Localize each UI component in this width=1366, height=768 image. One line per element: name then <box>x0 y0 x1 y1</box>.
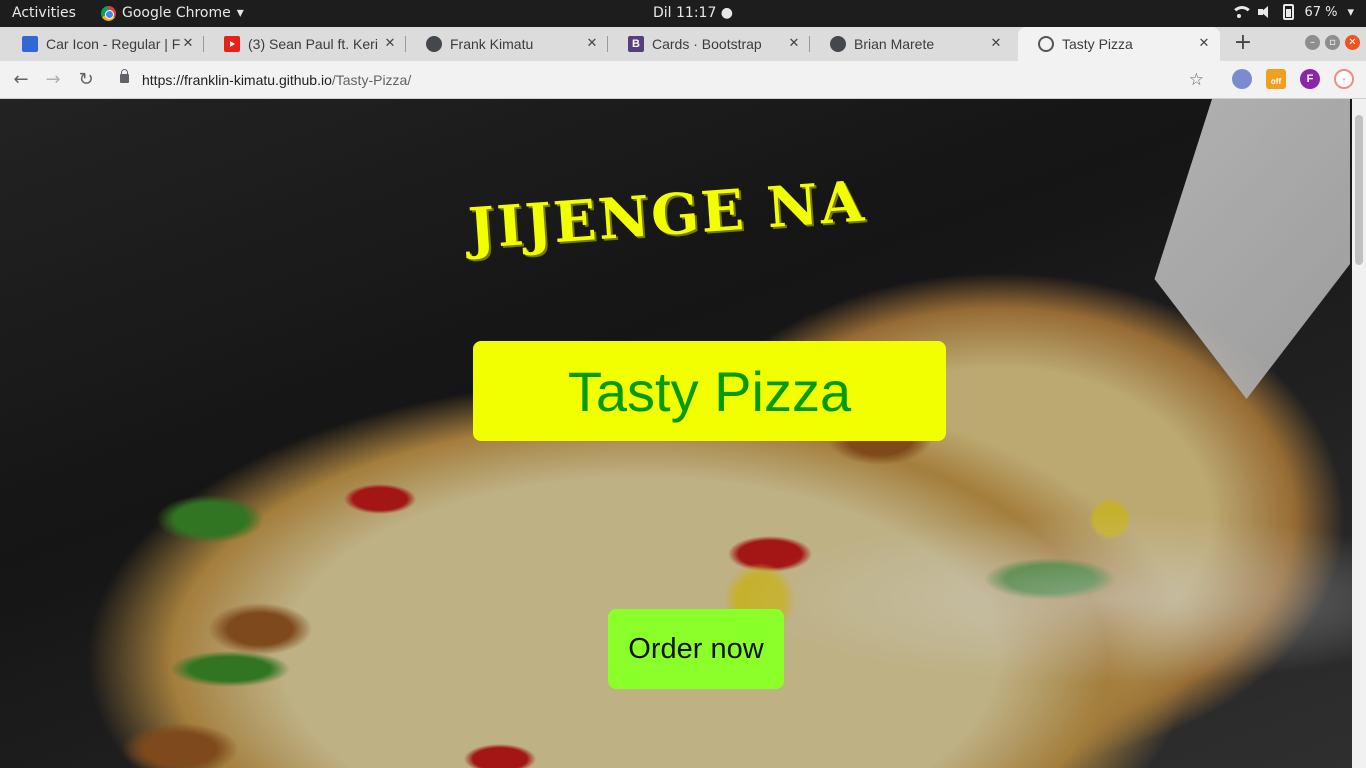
tab-tasty-pizza[interactable]: Tasty Pizza ✕ <box>1018 27 1220 61</box>
url-text[interactable]: https://franklin-kimatu.github.io/Tasty-… <box>142 65 411 95</box>
close-icon[interactable]: ✕ <box>382 35 398 51</box>
close-icon[interactable]: ✕ <box>1196 35 1212 51</box>
new-tab-button[interactable]: + <box>1232 31 1254 55</box>
tab-sean-paul[interactable]: (3) Sean Paul ft. Keri ✕ <box>204 27 406 61</box>
tab-title: (3) Sean Paul ft. Keri <box>248 36 378 52</box>
volume-icon <box>1257 4 1273 20</box>
page-title: Tasty Pizza <box>473 341 946 441</box>
bookmark-star-icon[interactable]: ☆ <box>1189 65 1204 95</box>
tab-title: Frank Kimatu <box>450 36 534 52</box>
system-tray[interactable]: 67 % ▾ <box>1231 4 1354 20</box>
tab-strip: Car Icon - Regular | F ✕ (3) Sean Paul f… <box>0 27 1366 61</box>
extension-upload-icon[interactable]: ↑ <box>1334 69 1354 89</box>
close-window-button[interactable]: ✕ <box>1345 35 1360 50</box>
tab-title: Car Icon - Regular | F <box>46 36 181 52</box>
tab-cards-bootstrap[interactable]: B Cards · Bootstrap ✕ <box>608 27 810 61</box>
chevron-down-icon: ▾ <box>236 5 244 21</box>
tab-brian-marete[interactable]: Brian Marete ✕ <box>810 27 1012 61</box>
app-menu[interactable]: Google Chrome ▾ <box>101 5 244 21</box>
tab-frank-kimatu[interactable]: Frank Kimatu ✕ <box>406 27 608 61</box>
page-scrollbar[interactable] <box>1352 99 1366 768</box>
tab-title: Tasty Pizza <box>1062 36 1133 52</box>
app-menu-label: Google Chrome <box>122 5 231 21</box>
maximize-button[interactable]: ▫ <box>1325 35 1340 50</box>
battery-icon <box>1283 4 1295 20</box>
github-icon <box>830 36 846 52</box>
tab-title: Cards · Bootstrap <box>652 36 762 52</box>
page-title-text: Tasty Pizza <box>567 359 852 423</box>
chrome-icon <box>101 5 116 21</box>
reload-button[interactable]: ↻ <box>74 68 98 92</box>
close-icon[interactable]: ✕ <box>786 35 802 51</box>
github-icon <box>426 36 442 52</box>
flag-icon <box>22 36 38 52</box>
url-host: https://franklin-kimatu.github.io <box>142 72 332 88</box>
extensions: off F ↑ <box>1232 69 1354 89</box>
globe-icon <box>1038 36 1054 52</box>
extension-off-icon[interactable]: off <box>1266 69 1286 89</box>
system-top-bar: Activities Google Chrome ▾ Dil 11:17 ● 6… <box>0 0 1366 27</box>
chevron-down-icon: ▾ <box>1347 4 1354 20</box>
tab-title: Brian Marete <box>854 36 935 52</box>
forward-button[interactable]: → <box>41 68 65 92</box>
profile-avatar[interactable]: F <box>1300 69 1320 89</box>
order-now-label: Order now <box>628 632 764 665</box>
window-controls: – ▫ ✕ <box>1305 35 1360 50</box>
address-bar[interactable]: https://franklin-kimatu.github.io/Tasty-… <box>106 65 1220 95</box>
activities-button[interactable]: Activities <box>12 5 76 21</box>
order-now-button[interactable]: Order now <box>608 609 784 689</box>
close-icon[interactable]: ✕ <box>584 35 600 51</box>
browser-toolbar: ← → ↻ https://franklin-kimatu.github.io/… <box>0 61 1366 99</box>
bootstrap-icon: B <box>628 36 644 52</box>
minimize-button[interactable]: – <box>1305 35 1320 50</box>
scrollbar-thumb[interactable] <box>1355 115 1363 265</box>
wifi-icon <box>1231 4 1254 20</box>
close-icon[interactable]: ✕ <box>180 35 196 51</box>
youtube-icon <box>224 36 240 52</box>
extension-1-icon[interactable] <box>1232 69 1252 89</box>
close-icon[interactable]: ✕ <box>988 35 1004 51</box>
lock-icon[interactable] <box>120 69 129 83</box>
clock[interactable]: Dil 11:17 ● <box>653 5 733 21</box>
back-button[interactable]: ← <box>9 68 33 92</box>
url-path: /Tasty-Pizza/ <box>331 72 412 88</box>
battery-percent: 67 % <box>1304 4 1338 20</box>
tab-car-icon[interactable]: Car Icon - Regular | F ✕ <box>2 27 204 61</box>
